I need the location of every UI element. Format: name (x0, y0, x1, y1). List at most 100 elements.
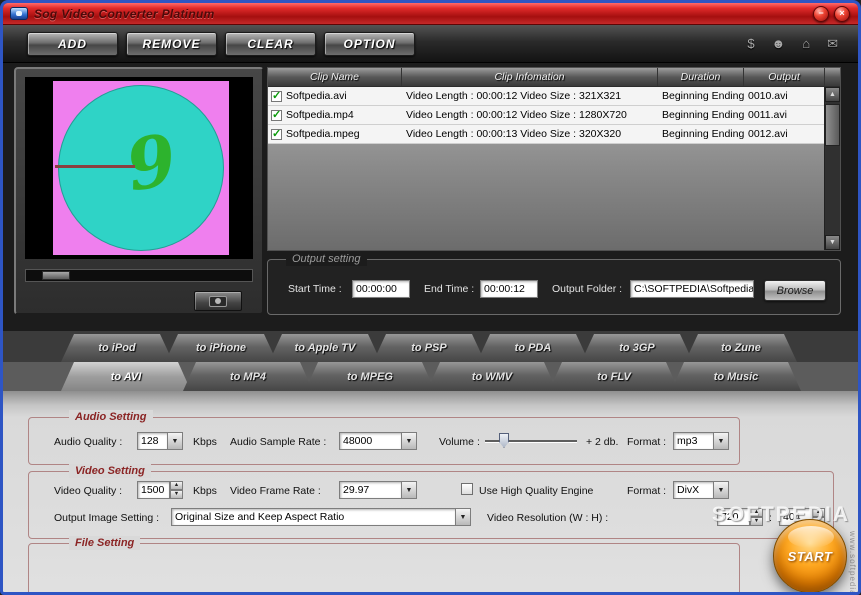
scroll-up-icon: ▲ (829, 91, 836, 98)
start-time-input[interactable]: 00:00:00 (352, 280, 410, 298)
output-folder-label: Output Folder : (552, 283, 623, 295)
clip-info: Video Length : 00:00:12 Video Size : 321… (406, 90, 622, 102)
tab-label: to Apple TV (294, 342, 356, 354)
sample-rate-select[interactable]: 48000 (339, 432, 417, 450)
scroll-down-button[interactable]: ▼ (825, 235, 840, 250)
table-header-cell[interactable]: Duration (658, 68, 744, 86)
row-checkbox[interactable] (271, 128, 282, 140)
tab-to-apple-tv[interactable]: to Apple TV (269, 334, 381, 362)
tab-to-mpeg[interactable]: to MPEG (305, 362, 435, 391)
end-time-input[interactable]: 00:00:12 (480, 280, 538, 298)
tab-label: to Music (713, 370, 759, 383)
high-quality-checkbox[interactable] (461, 483, 473, 495)
frame-rate-label: Video Frame Rate : (230, 485, 321, 497)
tab-to-avi[interactable]: to AVI (61, 362, 191, 391)
audio-quality-unit: Kbps (193, 436, 217, 448)
toolbar-button-label: CLEAR (247, 37, 294, 51)
tab-label: to MPEG (347, 370, 393, 383)
snapshot-button[interactable] (194, 291, 242, 311)
table-header: Clip Name Clip Infomation Duration Outpu… (268, 68, 840, 87)
add-button[interactable]: ADD (27, 32, 118, 56)
tab-label: to iPod (98, 342, 136, 354)
Softpedia.mpeg[interactable]: Softpedia.mpeg Video Length : 00:00:13 V… (268, 125, 825, 144)
seek-bar-thumb[interactable] (42, 271, 70, 280)
tab-to-flv[interactable]: to FLV (549, 362, 679, 391)
toolbar-button-label: ADD (58, 37, 87, 51)
tab-to-ipod[interactable]: to iPod (61, 334, 173, 362)
chevron-down-icon[interactable] (167, 432, 183, 450)
table-scrollbar[interactable]: ▲ ▼ (824, 87, 840, 250)
chevron-down-icon[interactable] (401, 432, 417, 450)
mail-icon[interactable]: ✉ (827, 37, 838, 50)
minimize-button[interactable]: − (813, 5, 829, 22)
scroll-down-icon: ▼ (829, 239, 836, 246)
chevron-down-icon[interactable] (713, 481, 729, 499)
clip-output: 0012.avi (748, 128, 788, 140)
Softpedia.mp4[interactable]: Softpedia.mp4 Video Length : 00:00:12 Vi… (268, 106, 825, 125)
home-icon[interactable]: ⌂ (802, 37, 810, 50)
browse-button[interactable]: Browse (764, 280, 826, 301)
row-checkbox[interactable] (271, 90, 282, 102)
file-setting-title: File Setting (69, 536, 141, 550)
frame-rate-select[interactable]: 29.97 (339, 481, 417, 499)
table-header-cell[interactable]: Clip Infomation (402, 68, 658, 86)
resolution-label: Video Resolution (W : H) : (487, 512, 609, 524)
scrollbar-thumb[interactable] (825, 104, 840, 146)
output-folder-input[interactable]: C:\SOFTPEDIA\SoftpediaT (630, 280, 754, 298)
table-header-cell[interactable]: Clip Name (268, 68, 402, 86)
tab-to-zune[interactable]: to Zune (685, 334, 797, 362)
dollar-icon[interactable]: $ (747, 37, 754, 50)
video-format-select[interactable]: DivX (673, 481, 729, 499)
sample-rate-label: Audio Sample Rate : (230, 436, 327, 448)
tab-to-iphone[interactable]: to iPhone (165, 334, 277, 362)
close-icon: × (839, 8, 845, 18)
high-quality-label: Use High Quality Engine (479, 485, 594, 497)
scroll-up-button[interactable]: ▲ (825, 87, 840, 102)
tab-to-mp4[interactable]: to MP4 (183, 362, 313, 391)
toolbar: ADD REMOVE CLEAR OPTION $ ☻ ⌂ ✉ (3, 25, 858, 63)
audio-format-select[interactable]: mp3 (673, 432, 729, 450)
close-button[interactable]: × (834, 5, 850, 22)
video-setting-row1: Video Quality : 1500 Kbps Video Frame Ra… (29, 481, 833, 501)
window-title: Sog Video Converter Platinum (34, 6, 215, 21)
video-quality-spinner[interactable]: 1500 (137, 481, 183, 499)
tab-label: to AVI (110, 370, 142, 383)
clip-name-cell: Softpedia.avi (268, 90, 402, 102)
tab-to-3gp[interactable]: to 3GP (581, 334, 693, 362)
spin-down-icon[interactable] (170, 490, 183, 499)
volume-slider-thumb[interactable] (499, 433, 509, 448)
chevron-down-icon[interactable] (455, 508, 471, 526)
remove-button[interactable]: REMOVE (126, 32, 217, 56)
start-button-label: START (787, 548, 833, 564)
image-setting-select[interactable]: Original Size and Keep Aspect Ratio (171, 508, 471, 526)
volume-slider[interactable] (485, 432, 577, 450)
video-preview-screen: 9 (25, 77, 253, 259)
Softpedia.avi[interactable]: Softpedia.avi Video Length : 00:00:12 Vi… (268, 87, 825, 106)
clip-info: Video Length : 00:00:13 Video Size : 320… (406, 128, 622, 140)
app-window: Sog Video Converter Platinum − × ADD REM… (0, 0, 861, 595)
tab-to-pda[interactable]: to PDA (477, 334, 589, 362)
video-setting-title: Video Setting (69, 464, 151, 478)
chevron-down-icon[interactable] (713, 432, 729, 450)
user-icon[interactable]: ☻ (772, 37, 786, 50)
clock-background: 9 (53, 81, 229, 255)
toolbar-button-label: OPTION (343, 37, 396, 51)
clip-output: 0011.avi (748, 109, 787, 121)
spin-up-icon[interactable] (170, 481, 183, 490)
tab-to-music[interactable]: to Music (671, 362, 801, 391)
clear-button[interactable]: CLEAR (225, 32, 316, 56)
video-quality-label: Video Quality : (54, 485, 123, 497)
table-header-cell[interactable]: Output (744, 68, 825, 86)
tab-to-psp[interactable]: to PSP (373, 334, 485, 362)
start-button[interactable]: START (773, 519, 847, 592)
output-setting-group: Output setting Start Time : 00:00:00 End… (267, 252, 841, 315)
tab-label: to FLV (597, 370, 631, 383)
audio-quality-select[interactable]: 128 (137, 432, 183, 450)
tab-to-wmv[interactable]: to WMV (427, 362, 557, 391)
clip-name-cell: Softpedia.mpeg (268, 128, 402, 140)
option-button[interactable]: OPTION (324, 32, 415, 56)
chevron-down-icon[interactable] (401, 481, 417, 499)
row-checkbox[interactable] (271, 109, 282, 121)
softpedia-url-watermark: www.softpedia.com (848, 531, 857, 595)
seek-bar[interactable] (25, 269, 253, 282)
